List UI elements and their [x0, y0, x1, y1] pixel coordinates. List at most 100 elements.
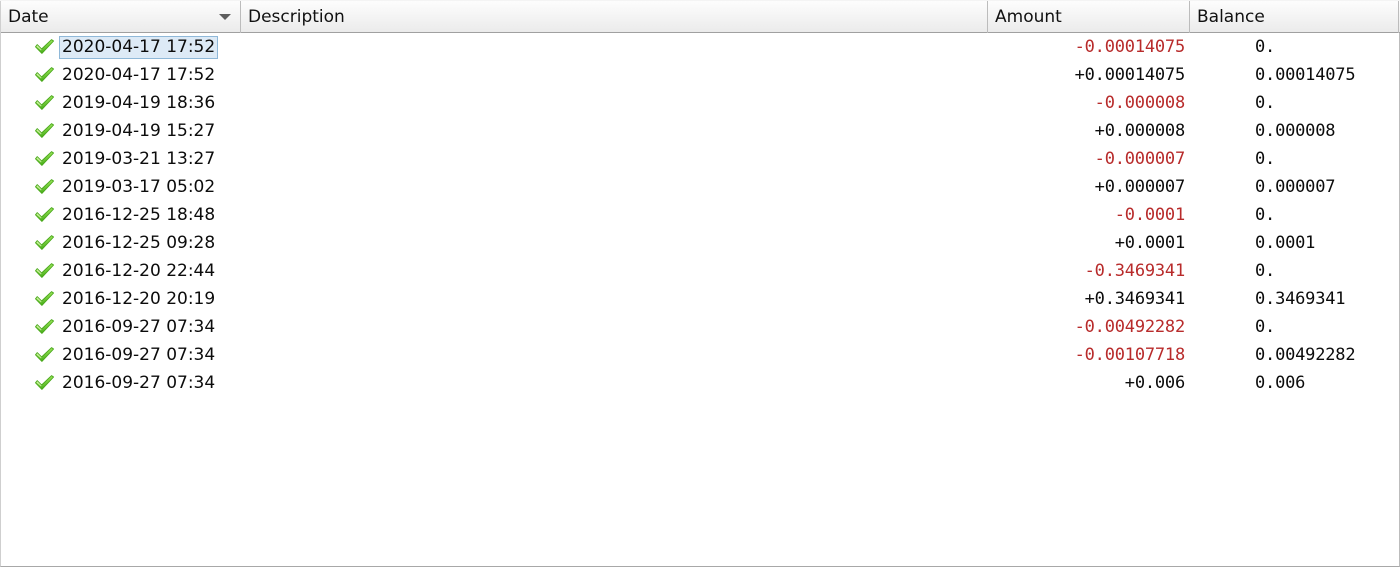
transaction-amount: -0.000008 [1094, 93, 1186, 113]
cell-description[interactable] [241, 257, 988, 285]
transaction-date: 2019-04-19 15:27 [62, 120, 216, 141]
table-row[interactable]: 2019-04-19 18:36 -0.000008 0. [1, 89, 1399, 117]
cell-balance[interactable]: 0. [1191, 145, 1399, 173]
cell-balance[interactable]: 0. [1191, 257, 1399, 285]
green-check-icon [35, 67, 55, 82]
table-row[interactable]: 2016-09-27 07:34 +0.006 0.006 [1, 369, 1399, 397]
cell-balance[interactable]: 0.00014075 [1191, 61, 1399, 89]
cell-balance[interactable]: 0.000007 [1191, 173, 1399, 201]
cell-description[interactable] [241, 61, 988, 89]
cell-date[interactable]: 2019-03-21 13:27 [1, 145, 241, 173]
transaction-date: 2016-12-25 18:48 [62, 204, 216, 225]
transaction-amount: -0.00107718 [1074, 345, 1186, 365]
green-check-icon [35, 291, 55, 306]
transaction-amount: -0.000007 [1094, 149, 1186, 169]
table-row[interactable]: 2016-12-20 22:44 -0.3469341 0. [1, 257, 1399, 285]
transaction-balance: 0.3469341 [1255, 289, 1346, 309]
cell-amount[interactable]: +0.0001 [988, 229, 1191, 257]
transaction-amount: -0.0001 [1114, 205, 1185, 225]
cell-balance[interactable]: 0.00492282 [1191, 341, 1399, 369]
transaction-amount: -0.00014075 [1074, 37, 1186, 57]
cell-description[interactable] [241, 145, 988, 173]
column-header-balance[interactable]: Balance [1190, 1, 1399, 33]
transaction-balance: 0. [1255, 93, 1276, 113]
cell-date[interactable]: 2016-12-20 20:19 [1, 285, 241, 313]
cell-amount[interactable]: -0.00107718 [988, 341, 1191, 369]
table-row[interactable]: 2016-09-27 07:34 -0.00492282 0. [1, 313, 1399, 341]
cell-date[interactable]: 2016-09-27 07:34 [1, 313, 241, 341]
green-check-icon [35, 347, 55, 362]
cell-date[interactable]: 2020-04-17 17:52 [1, 33, 241, 61]
cell-amount[interactable]: +0.006 [988, 369, 1191, 397]
cell-description[interactable] [241, 341, 988, 369]
cell-amount[interactable]: +0.00014075 [988, 61, 1191, 89]
cell-balance[interactable]: 0.000008 [1191, 117, 1399, 145]
cell-description[interactable] [241, 229, 988, 257]
cell-date[interactable]: 2020-04-17 17:52 [1, 61, 241, 89]
table-row[interactable]: 2016-12-20 20:19 +0.3469341 0.3469341 [1, 285, 1399, 313]
table-row[interactable]: 2016-09-27 07:34 -0.00107718 0.00492282 [1, 341, 1399, 369]
cell-description[interactable] [241, 201, 988, 229]
cell-balance[interactable]: 0.0001 [1191, 229, 1399, 257]
column-header-date[interactable]: Date [0, 1, 241, 33]
transaction-date: 2016-12-20 20:19 [62, 288, 216, 309]
transaction-date: 2016-12-25 09:28 [62, 232, 216, 253]
transaction-date: 2019-03-17 05:02 [62, 176, 216, 197]
cell-amount[interactable]: -0.0001 [988, 201, 1191, 229]
cell-description[interactable] [241, 313, 988, 341]
table-row[interactable]: 2020-04-17 17:52 +0.00014075 0.00014075 [1, 61, 1399, 89]
transaction-balance: 0.00492282 [1255, 345, 1356, 365]
cell-date[interactable]: 2019-03-17 05:02 [1, 173, 241, 201]
green-check-icon [35, 375, 55, 390]
cell-amount[interactable]: +0.000007 [988, 173, 1191, 201]
cell-balance[interactable]: 0. [1191, 89, 1399, 117]
transaction-table-body[interactable]: 2020-04-17 17:52 -0.00014075 0. 2020-04-17 … [0, 33, 1400, 567]
transaction-amount: +0.006 [1124, 373, 1185, 393]
transaction-date: 2019-04-19 18:36 [62, 92, 216, 113]
transaction-amount: +0.00014075 [1074, 65, 1186, 85]
cell-description[interactable] [241, 89, 988, 117]
cell-date[interactable]: 2016-09-27 07:34 [1, 369, 241, 397]
table-row[interactable]: 2019-03-21 13:27 -0.000007 0. [1, 145, 1399, 173]
cell-amount[interactable]: +0.000008 [988, 117, 1191, 145]
cell-balance[interactable]: 0.3469341 [1191, 285, 1399, 313]
chevron-down-icon[interactable] [219, 14, 231, 20]
transaction-balance: 0.00014075 [1255, 65, 1356, 85]
cell-date[interactable]: 2016-12-20 22:44 [1, 257, 241, 285]
transaction-balance: 0.006 [1255, 373, 1306, 393]
table-row[interactable]: 2019-04-19 15:27 +0.000008 0.000008 [1, 117, 1399, 145]
cell-description[interactable] [241, 369, 988, 397]
column-header-description[interactable]: Description [241, 1, 988, 33]
table-row[interactable]: 2016-12-25 18:48 -0.0001 0. [1, 201, 1399, 229]
transaction-balance: 0.000007 [1255, 177, 1336, 197]
green-check-icon [35, 151, 55, 166]
cell-date[interactable]: 2016-09-27 07:34 [1, 341, 241, 369]
table-row[interactable]: 2020-04-17 17:52 -0.00014075 0. [1, 33, 1399, 61]
cell-amount[interactable]: -0.3469341 [988, 257, 1191, 285]
cell-description[interactable] [241, 285, 988, 313]
cell-amount[interactable]: -0.00492282 [988, 313, 1191, 341]
cell-date[interactable]: 2016-12-25 18:48 [1, 201, 241, 229]
cell-amount[interactable]: +0.3469341 [988, 285, 1191, 313]
cell-description[interactable] [241, 117, 988, 145]
cell-balance[interactable]: 0. [1191, 33, 1399, 61]
cell-balance[interactable]: 0. [1191, 313, 1399, 341]
cell-amount[interactable]: -0.00014075 [988, 33, 1191, 61]
cell-date[interactable]: 2016-12-25 09:28 [1, 229, 241, 257]
cell-date[interactable]: 2019-04-19 18:36 [1, 89, 241, 117]
cell-description[interactable] [241, 33, 988, 61]
cell-amount[interactable]: -0.000008 [988, 89, 1191, 117]
transaction-balance: 0.000008 [1255, 121, 1336, 141]
table-header-row: Date Description Amount Balance [0, 0, 1400, 33]
cell-balance[interactable]: 0.006 [1191, 369, 1399, 397]
green-check-icon [35, 207, 55, 222]
cell-amount[interactable]: -0.000007 [988, 145, 1191, 173]
cell-balance[interactable]: 0. [1191, 201, 1399, 229]
green-check-icon [35, 263, 55, 278]
table-row[interactable]: 2019-03-17 05:02 +0.000007 0.000007 [1, 173, 1399, 201]
column-header-amount[interactable]: Amount [988, 1, 1190, 33]
cell-date[interactable]: 2019-04-19 15:27 [1, 117, 241, 145]
cell-description[interactable] [241, 173, 988, 201]
table-row[interactable]: 2016-12-25 09:28 +0.0001 0.0001 [1, 229, 1399, 257]
transaction-date: 2016-09-27 07:34 [62, 316, 216, 337]
